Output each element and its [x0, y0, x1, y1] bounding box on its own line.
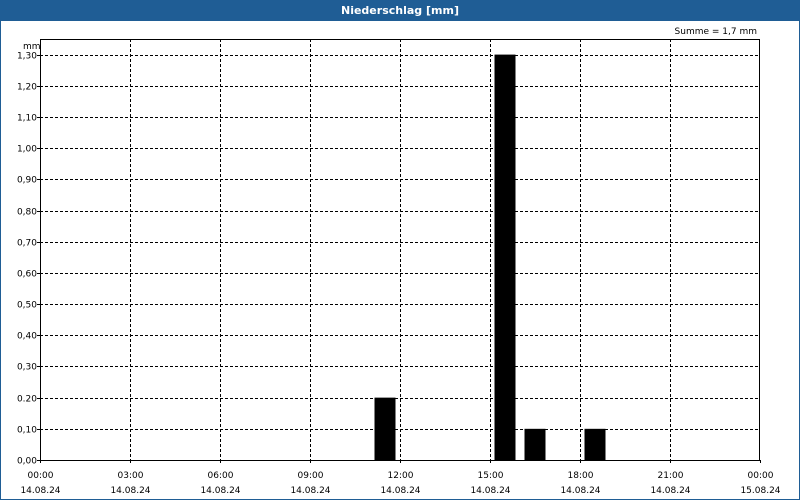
y-tick-label: 0,00 — [17, 457, 37, 467]
x-tick-date-label: 14.08.24 — [560, 486, 600, 496]
sum-annotation: Summe = 1,7 mm — [675, 27, 757, 37]
x-tick-date-label: 14.08.24 — [110, 486, 150, 496]
x-tick-date-label: 14.08.24 — [470, 486, 510, 496]
x-tick-time-label: 06:00 — [208, 471, 234, 481]
y-tick-label: 1,00 — [17, 145, 37, 155]
x-tick-time-label: 00:00 — [748, 471, 774, 481]
x-tick-date-label: 14.08.24 — [380, 486, 420, 496]
y-tick-label: 1,10 — [17, 114, 37, 124]
x-tick-date-label: 15.08.24 — [740, 486, 780, 496]
y-tick-label: 0,80 — [17, 208, 37, 218]
x-tick-time-label: 15:00 — [478, 471, 504, 481]
y-tick-label: 1,20 — [17, 83, 37, 93]
y-tick-label: 0,40 — [17, 332, 37, 342]
y-tick-label: 0,50 — [17, 301, 37, 311]
x-tick-date-label: 14.08.24 — [650, 486, 690, 496]
precipitation-bar — [584, 428, 606, 460]
y-tick-label: 0,30 — [17, 363, 37, 373]
x-tick-date-label: 14.08.24 — [20, 486, 60, 496]
x-tick-time-label: 03:00 — [118, 471, 144, 481]
y-axis-unit-label: mm — [23, 42, 41, 52]
x-tick-date-label: 14.08.24 — [290, 486, 330, 496]
precipitation-bar — [494, 54, 516, 461]
y-tick-label: 1,30 — [17, 52, 37, 62]
precipitation-bar — [524, 428, 546, 460]
y-tick-label: 0.20 — [17, 395, 37, 405]
x-tick-time-label: 00:00 — [28, 471, 54, 481]
y-tick-label: 0,90 — [17, 176, 37, 186]
y-tick-label: 0,70 — [17, 239, 37, 249]
precipitation-bar — [374, 397, 396, 460]
x-tick-date-label: 14.08.24 — [200, 486, 240, 496]
y-tick-label: 0,10 — [17, 426, 37, 436]
precipitation-chart: 0,00 0,10 0.20 0,30 0,40 0,50 0,60 0,70 0,80 0,90… — [17, 27, 781, 496]
x-tick-time-label: 09:00 — [298, 471, 324, 481]
x-tick-time-label: 21:00 — [658, 471, 684, 481]
x-tick-time-label: 18:00 — [568, 471, 594, 481]
x-tick-time-label: 12:00 — [388, 471, 414, 481]
y-tick-label: 0,60 — [17, 270, 37, 280]
